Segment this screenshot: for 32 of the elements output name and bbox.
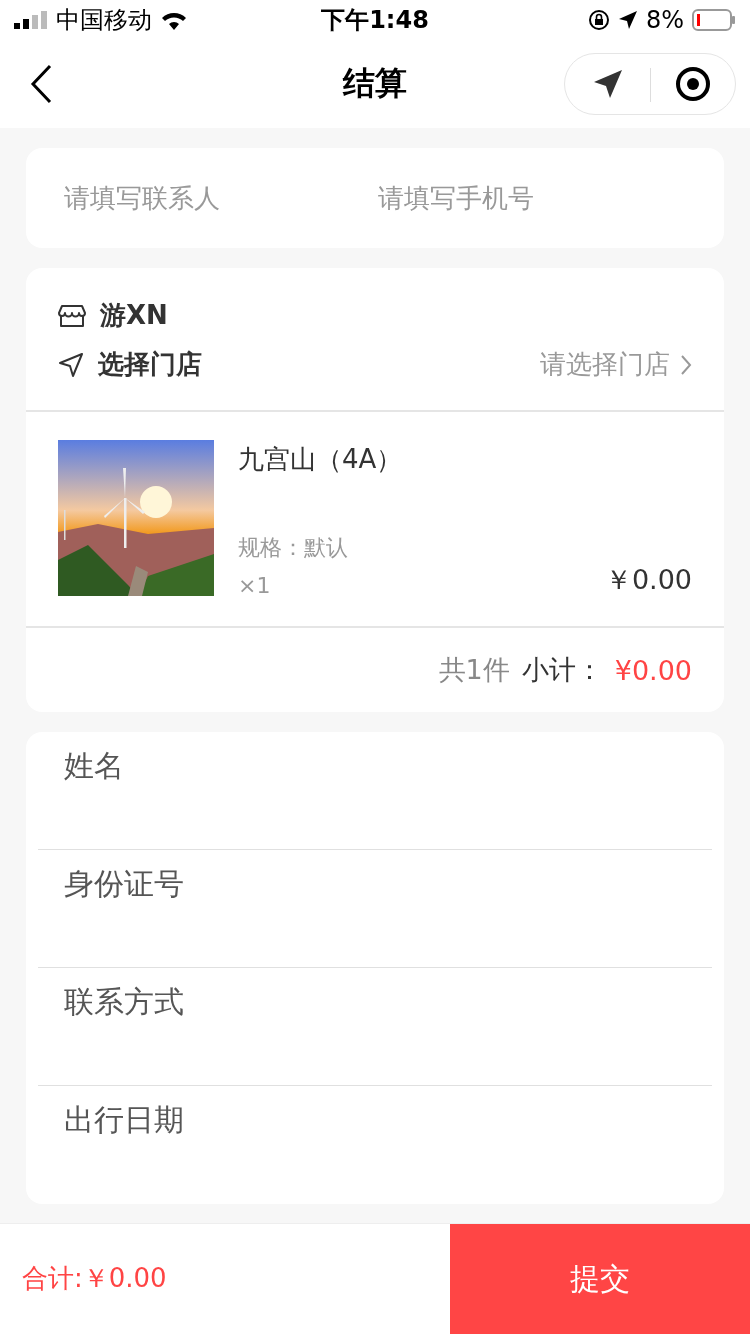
chevron-right-icon — [680, 353, 692, 376]
field-label: 联系方式 — [64, 983, 185, 1021]
product-name: 九宫山（4A） — [238, 443, 403, 476]
product-quantity: ×1 — [238, 573, 271, 598]
clock-time: 下午1:48 — [321, 5, 429, 36]
carrier-name: 中国移动 — [56, 5, 152, 36]
shop-name: 游XN — [100, 299, 168, 332]
location-arrow-icon — [617, 10, 638, 30]
shop-icon — [58, 303, 86, 328]
field-label: 身份证号 — [64, 865, 185, 903]
target-icon — [674, 66, 711, 102]
order-total: 合计:￥0.00 — [22, 1263, 167, 1295]
field-label: 姓名 — [64, 747, 125, 785]
store-label: 选择门店 — [98, 348, 202, 381]
back-button[interactable] — [28, 62, 54, 106]
navigation-icon — [58, 351, 84, 378]
rotation-lock-icon — [587, 9, 610, 31]
product-spec: 规格：默认 — [238, 534, 348, 562]
submit-button[interactable]: 提交 — [450, 1224, 750, 1334]
wifi-icon — [160, 10, 188, 30]
page-title: 结算 — [343, 63, 407, 104]
item-count: 共1件 — [438, 653, 510, 687]
signal-icon — [14, 11, 48, 29]
store-selector[interactable]: 请选择门店 — [540, 347, 692, 382]
subtotal-label: 小计： — [521, 653, 603, 687]
phone-number-field[interactable]: 请填写手机号 — [378, 177, 668, 219]
contact-name-field[interactable]: 请填写联系人 — [64, 177, 354, 219]
battery-icon — [692, 9, 736, 31]
product-price: ￥0.00 — [604, 563, 692, 597]
battery-percent: 8% — [645, 6, 684, 34]
subtotal-amount: ¥0.00 — [614, 654, 692, 686]
field-label: 出行日期 — [64, 1101, 185, 1139]
